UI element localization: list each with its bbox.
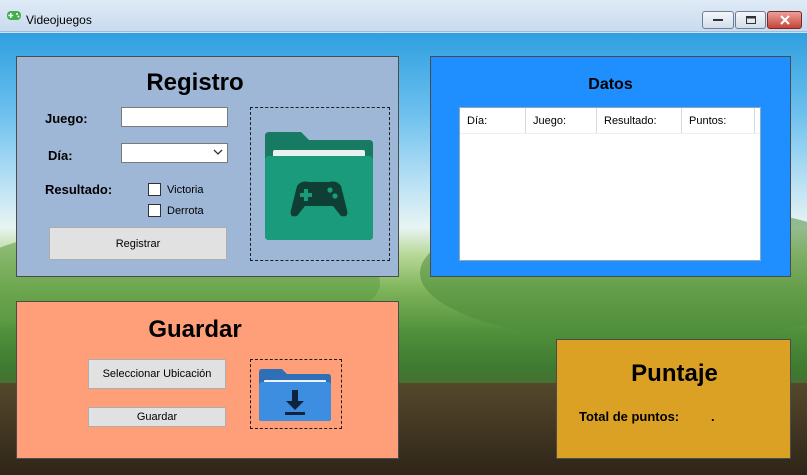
victoria-checkbox[interactable]: Victoria (148, 183, 203, 196)
puntaje-title: Puntaje (631, 360, 718, 387)
resultado-label: Resultado: (45, 182, 113, 197)
registro-title: Registro (146, 69, 244, 96)
close-button[interactable] (767, 11, 802, 29)
datos-table[interactable]: Día: Juego: Resultado: Puntos: (459, 107, 761, 261)
victoria-label: Victoria (167, 183, 204, 196)
table-header: Día: Juego: Resultado: Puntos: (460, 108, 760, 134)
minimize-button[interactable] (702, 11, 734, 29)
seleccionar-ubicacion-button[interactable]: Seleccionar Ubicación (88, 359, 226, 389)
window-titlebar: Videojuegos (0, 0, 807, 32)
column-header[interactable]: Día: (460, 108, 526, 133)
guardar-panel: Guardar Seleccionar Ubicación Guardar (16, 301, 399, 459)
column-header[interactable]: Juego: (526, 108, 597, 133)
chevron-down-icon (213, 149, 223, 155)
download-folder-icon (259, 369, 331, 421)
column-header[interactable]: Resultado: (597, 108, 682, 133)
close-icon (768, 12, 801, 28)
juego-input[interactable] (121, 107, 228, 127)
maximize-button[interactable] (735, 11, 766, 29)
total-puntos-value: . (711, 409, 715, 424)
puntaje-panel: Puntaje Total de puntos: . (556, 339, 791, 459)
derrota-checkbox[interactable]: Derrota (148, 204, 204, 217)
checkbox-box (148, 183, 161, 196)
guardar-title: Guardar (148, 316, 242, 343)
datos-panel: Datos Día: Juego: Resultado: Puntos: (430, 56, 791, 277)
checkbox-box (148, 204, 161, 217)
datos-title: Datos (588, 76, 633, 93)
window-title: Videojuegos (26, 13, 92, 27)
guardar-button[interactable]: Guardar (88, 407, 226, 427)
juego-label: Juego: (45, 111, 88, 126)
gamepad-app-icon (7, 11, 21, 20)
derrota-label: Derrota (167, 204, 204, 217)
dia-combobox[interactable] (121, 143, 228, 163)
registro-panel: Registro Juego: Día: Resultado: Victoria… (16, 56, 399, 277)
minimize-icon (703, 12, 733, 28)
game-image-box (250, 107, 390, 261)
column-header[interactable]: Puntos: (682, 108, 755, 133)
total-puntos-label: Total de puntos: (579, 409, 680, 424)
save-image-box (250, 359, 342, 429)
game-folder-icon (265, 132, 373, 240)
registrar-button[interactable]: Registrar (49, 227, 227, 260)
dia-label: Día: (48, 148, 73, 163)
maximize-icon (736, 12, 765, 28)
